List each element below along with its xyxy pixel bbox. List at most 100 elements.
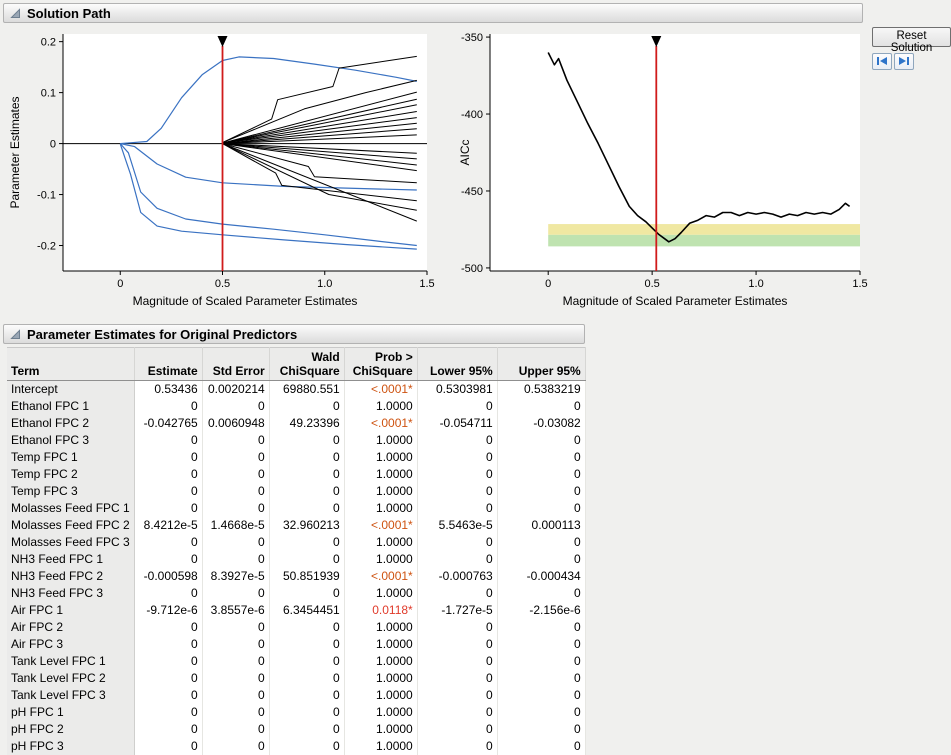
cell-stderr: 8.3927e-5 bbox=[202, 568, 269, 585]
cell-wald: 0 bbox=[269, 551, 344, 568]
parameter-estimates-solution-path-chart[interactable]: 00.51.01.5-0.2-0.100.10.2Magnitude of Sc… bbox=[6, 26, 456, 320]
cell-upper: 0 bbox=[497, 534, 585, 551]
cell-prob: 1.0000 bbox=[344, 704, 417, 721]
disclosure-triangle-icon[interactable] bbox=[10, 329, 21, 340]
cell-upper: 0 bbox=[497, 653, 585, 670]
column-header-stderr[interactable]: Std Error bbox=[202, 348, 269, 381]
cell-wald: 0 bbox=[269, 398, 344, 415]
solution-path-panel-header[interactable]: Solution Path bbox=[3, 3, 863, 23]
table-row[interactable]: Temp FPC 30001.000000 bbox=[7, 483, 585, 500]
cell-lower: 0 bbox=[417, 500, 497, 517]
table-row[interactable]: Tank Level FPC 30001.000000 bbox=[7, 687, 585, 704]
cell-lower: 0 bbox=[417, 721, 497, 738]
cell-stderr: 0 bbox=[202, 449, 269, 466]
table-row[interactable]: Temp FPC 10001.000000 bbox=[7, 449, 585, 466]
cell-prob: 1.0000 bbox=[344, 483, 417, 500]
cell-term: Tank Level FPC 2 bbox=[7, 670, 134, 687]
y-tick-label: -450 bbox=[461, 186, 483, 198]
cell-estimate: 0 bbox=[134, 398, 202, 415]
cell-wald: 49.23396 bbox=[269, 415, 344, 432]
step-back-button[interactable] bbox=[872, 53, 892, 70]
table-row[interactable]: Air FPC 20001.000000 bbox=[7, 619, 585, 636]
cell-lower: -0.000763 bbox=[417, 568, 497, 585]
table-row[interactable]: NH3 Feed FPC 10001.000000 bbox=[7, 551, 585, 568]
cell-term: Molasses Feed FPC 1 bbox=[7, 500, 134, 517]
y-tick-label: 0.2 bbox=[41, 37, 56, 49]
cell-wald: 0 bbox=[269, 721, 344, 738]
y-tick-label: 0.1 bbox=[41, 88, 56, 100]
table-row[interactable]: pH FPC 30001.000000 bbox=[7, 738, 585, 755]
cell-wald: 0 bbox=[269, 449, 344, 466]
x-tick-label: 0 bbox=[117, 278, 123, 290]
cell-prob: 1.0000 bbox=[344, 721, 417, 738]
table-row[interactable]: Air FPC 30001.000000 bbox=[7, 636, 585, 653]
column-header-lower[interactable]: Lower 95% bbox=[417, 348, 497, 381]
table-row[interactable]: Intercept0.534360.002021469880.551<.0001… bbox=[7, 381, 585, 399]
cell-estimate: 0 bbox=[134, 500, 202, 517]
cell-estimate: 0 bbox=[134, 687, 202, 704]
column-header-prob[interactable]: Prob > ChiSquare bbox=[344, 348, 417, 381]
cell-lower: 0 bbox=[417, 432, 497, 449]
column-header-term[interactable]: Term bbox=[7, 348, 134, 381]
cell-stderr: 0 bbox=[202, 534, 269, 551]
cell-lower: 0 bbox=[417, 551, 497, 568]
table-row[interactable]: Ethanol FPC 2-0.0427650.006094849.23396<… bbox=[7, 415, 585, 432]
table-row[interactable]: pH FPC 10001.000000 bbox=[7, 704, 585, 721]
cell-term: Ethanol FPC 3 bbox=[7, 432, 134, 449]
cell-wald: 0 bbox=[269, 619, 344, 636]
step-back-icon bbox=[876, 53, 888, 71]
cell-lower: 0 bbox=[417, 466, 497, 483]
step-forward-button[interactable] bbox=[894, 53, 914, 70]
cell-term: pH FPC 2 bbox=[7, 721, 134, 738]
table-row[interactable]: Ethanol FPC 10001.000000 bbox=[7, 398, 585, 415]
column-header-wald[interactable]: Wald ChiSquare bbox=[269, 348, 344, 381]
cell-stderr: 3.8557e-6 bbox=[202, 602, 269, 619]
x-tick-label: 0.5 bbox=[215, 278, 230, 290]
table-row[interactable]: Tank Level FPC 20001.000000 bbox=[7, 670, 585, 687]
table-row[interactable]: Temp FPC 20001.000000 bbox=[7, 466, 585, 483]
table-row[interactable]: Tank Level FPC 10001.000000 bbox=[7, 653, 585, 670]
cell-term: Ethanol FPC 1 bbox=[7, 398, 134, 415]
column-header-upper[interactable]: Upper 95% bbox=[497, 348, 585, 381]
cell-term: pH FPC 1 bbox=[7, 704, 134, 721]
table-row[interactable]: Molasses Feed FPC 30001.000000 bbox=[7, 534, 585, 551]
cell-prob: <.0001* bbox=[344, 568, 417, 585]
aicc-validation-chart[interactable]: 00.51.01.5-500-450-400-350Magnitude of S… bbox=[456, 26, 870, 320]
cell-stderr: 0 bbox=[202, 398, 269, 415]
cell-estimate: 0 bbox=[134, 704, 202, 721]
cell-stderr: 0 bbox=[202, 738, 269, 755]
disclosure-triangle-icon[interactable] bbox=[10, 8, 21, 19]
cell-upper: 0 bbox=[497, 687, 585, 704]
cell-stderr: 0 bbox=[202, 687, 269, 704]
table-row[interactable]: NH3 Feed FPC 2-0.0005988.3927e-550.85193… bbox=[7, 568, 585, 585]
cell-stderr: 0 bbox=[202, 619, 269, 636]
cell-lower: 0.5303981 bbox=[417, 381, 497, 399]
cell-lower: 0 bbox=[417, 449, 497, 466]
cell-wald: 69880.551 bbox=[269, 381, 344, 399]
table-row[interactable]: Molasses Feed FPC 10001.000000 bbox=[7, 500, 585, 517]
column-header-estimate[interactable]: Estimate bbox=[134, 348, 202, 381]
cell-estimate: 8.4212e-5 bbox=[134, 517, 202, 534]
cell-lower: 0 bbox=[417, 704, 497, 721]
cell-stderr: 0 bbox=[202, 483, 269, 500]
cell-term: Intercept bbox=[7, 381, 134, 399]
x-tick-label: 0.5 bbox=[644, 278, 659, 290]
cell-upper: 0 bbox=[497, 551, 585, 568]
yellow-zone bbox=[548, 224, 860, 235]
table-row[interactable]: Air FPC 1-9.712e-63.8557e-66.34544510.01… bbox=[7, 602, 585, 619]
table-row[interactable]: Ethanol FPC 30001.000000 bbox=[7, 432, 585, 449]
cell-stderr: 0 bbox=[202, 721, 269, 738]
cell-stderr: 0.0060948 bbox=[202, 415, 269, 432]
cell-estimate: 0 bbox=[134, 534, 202, 551]
parameter-estimates-panel-header[interactable]: Parameter Estimates for Original Predict… bbox=[3, 324, 585, 344]
y-tick-label: -500 bbox=[461, 263, 483, 275]
cell-term: NH3 Feed FPC 1 bbox=[7, 551, 134, 568]
reset-solution-button[interactable]: Reset Solution bbox=[872, 27, 951, 47]
cell-term: Tank Level FPC 3 bbox=[7, 687, 134, 704]
cell-prob: 1.0000 bbox=[344, 636, 417, 653]
cell-prob: <.0001* bbox=[344, 415, 417, 432]
table-row[interactable]: pH FPC 20001.000000 bbox=[7, 721, 585, 738]
table-row[interactable]: NH3 Feed FPC 30001.000000 bbox=[7, 585, 585, 602]
cell-estimate: -0.000598 bbox=[134, 568, 202, 585]
table-row[interactable]: Molasses Feed FPC 28.4212e-51.4668e-532.… bbox=[7, 517, 585, 534]
